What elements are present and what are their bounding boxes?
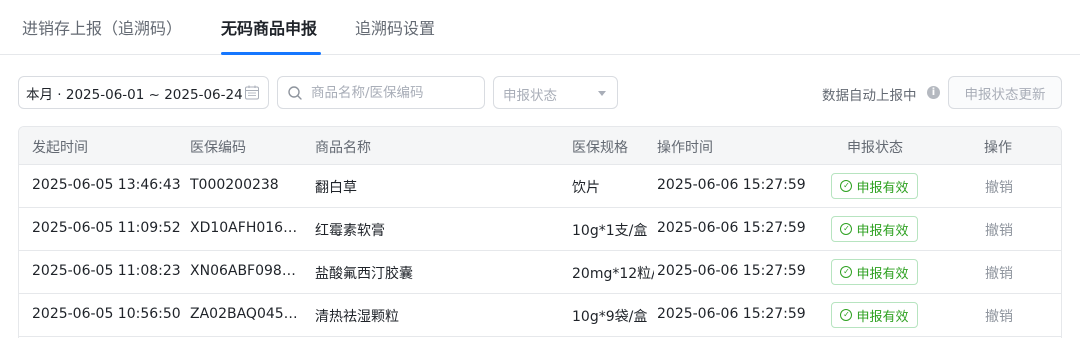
status-badge: ✓ 申报有效 (831, 216, 918, 242)
cell-op-time: 2025-06-06 15:27:59 (657, 177, 806, 193)
status-badge-label: 申报有效 (856, 180, 909, 196)
check-circle-icon: ✓ (840, 223, 853, 235)
status-badge: ✓ 申报有效 (831, 302, 918, 328)
tab-inventory-report[interactable]: 进销存上报（追溯码） (22, 15, 182, 39)
status-badge-label: 申报有效 (856, 309, 909, 325)
calendar-icon (245, 85, 259, 100)
check-circle-icon: ✓ (840, 180, 853, 192)
cell-name: 红霉素软膏 (315, 223, 385, 239)
check-circle-icon: ✓ (840, 309, 853, 321)
cell-name: 翻白草 (315, 180, 357, 196)
cell-op-time: 2025-06-06 15:27:59 (657, 220, 806, 236)
cell-spec: 10g*9袋/盒 (572, 309, 648, 325)
column-header-start-time: 发起时间 (32, 140, 88, 156)
table-header: 发起时间 医保编码 商品名称 医保规格 操作时间 申报状态 操作 (19, 127, 1061, 165)
cell-spec: 20mg*12粒/ (572, 266, 654, 282)
cell-op-time: 2025-06-06 15:27:59 (657, 306, 806, 322)
cell-code: XD10AFH016… (190, 220, 298, 236)
table-row: 2025-06-05 11:09:52 XD10AFH016… 红霉素软膏 10… (19, 208, 1061, 251)
search-input[interactable] (311, 83, 476, 103)
auto-report-label: 数据自动上报中 (822, 88, 917, 104)
status-select-placeholder: 申报状态 (503, 88, 557, 104)
tab-trace-code-settings[interactable]: 追溯码设置 (355, 15, 435, 39)
info-icon[interactable]: i (927, 86, 940, 99)
revoke-button[interactable]: 撤销 (985, 306, 1013, 326)
table-row: 2025-06-05 13:46:43 T000200238 翻白草 饮片 20… (19, 165, 1061, 208)
cell-start-time: 2025-06-05 10:56:50 (32, 306, 181, 322)
revoke-button[interactable]: 撤销 (985, 220, 1013, 240)
column-header-spec: 医保规格 (572, 140, 628, 156)
status-badge-label: 申报有效 (856, 266, 909, 282)
table-row: 2025-06-05 10:56:50 ZA02BAQ045… 清热祛湿颗粒 1… (19, 294, 1061, 337)
search-icon (288, 86, 302, 100)
active-tab-indicator (221, 52, 321, 55)
chevron-down-icon (598, 91, 606, 96)
declaration-table: 发起时间 医保编码 商品名称 医保规格 操作时间 申报状态 操作 2025-06… (18, 126, 1062, 338)
column-header-name: 商品名称 (315, 140, 371, 156)
column-header-code: 医保编码 (190, 140, 246, 156)
status-badge: ✓ 申报有效 (831, 173, 918, 199)
cell-op-time: 2025-06-06 15:27:59 (657, 263, 806, 279)
column-header-status: 申报状态 (847, 140, 903, 156)
cell-spec: 10g*1支/盒 (572, 223, 648, 239)
status-badge: ✓ 申报有效 (831, 259, 918, 285)
cell-code: XN06ABF098… (190, 263, 296, 279)
status-badge-label: 申报有效 (856, 223, 909, 239)
date-range-value: 本月 · 2025-06-01 ~ 2025-06-24 (26, 86, 243, 103)
column-header-action: 操作 (984, 140, 1012, 156)
cell-code: T000200238 (190, 177, 279, 193)
tab-no-code-declaration[interactable]: 无码商品申报 (221, 15, 317, 39)
revoke-button[interactable]: 撤销 (985, 263, 1013, 283)
cell-spec: 饮片 (572, 180, 600, 196)
check-circle-icon: ✓ (840, 266, 853, 278)
table-row: 2025-06-05 11:08:23 XN06ABF098… 盐酸氟西汀胶囊 … (19, 251, 1061, 294)
date-range-picker[interactable]: 本月 · 2025-06-01 ~ 2025-06-24 (18, 76, 269, 109)
search-box[interactable] (277, 76, 485, 109)
cell-start-time: 2025-06-05 11:09:52 (32, 220, 181, 236)
cell-start-time: 2025-06-05 13:46:43 (32, 177, 181, 193)
cell-name: 盐酸氟西汀胶囊 (315, 266, 413, 282)
update-status-button[interactable]: 申报状态更新 (948, 76, 1062, 109)
cell-code: ZA02BAQ045… (190, 306, 298, 322)
column-header-op-time: 操作时间 (657, 140, 713, 156)
status-select[interactable]: 申报状态 (493, 76, 618, 109)
cell-name: 清热祛湿颗粒 (315, 309, 399, 325)
revoke-button[interactable]: 撤销 (985, 177, 1013, 197)
cell-start-time: 2025-06-05 11:08:23 (32, 263, 181, 279)
tab-bar: 进销存上报（追溯码） 无码商品申报 追溯码设置 (0, 0, 1080, 55)
